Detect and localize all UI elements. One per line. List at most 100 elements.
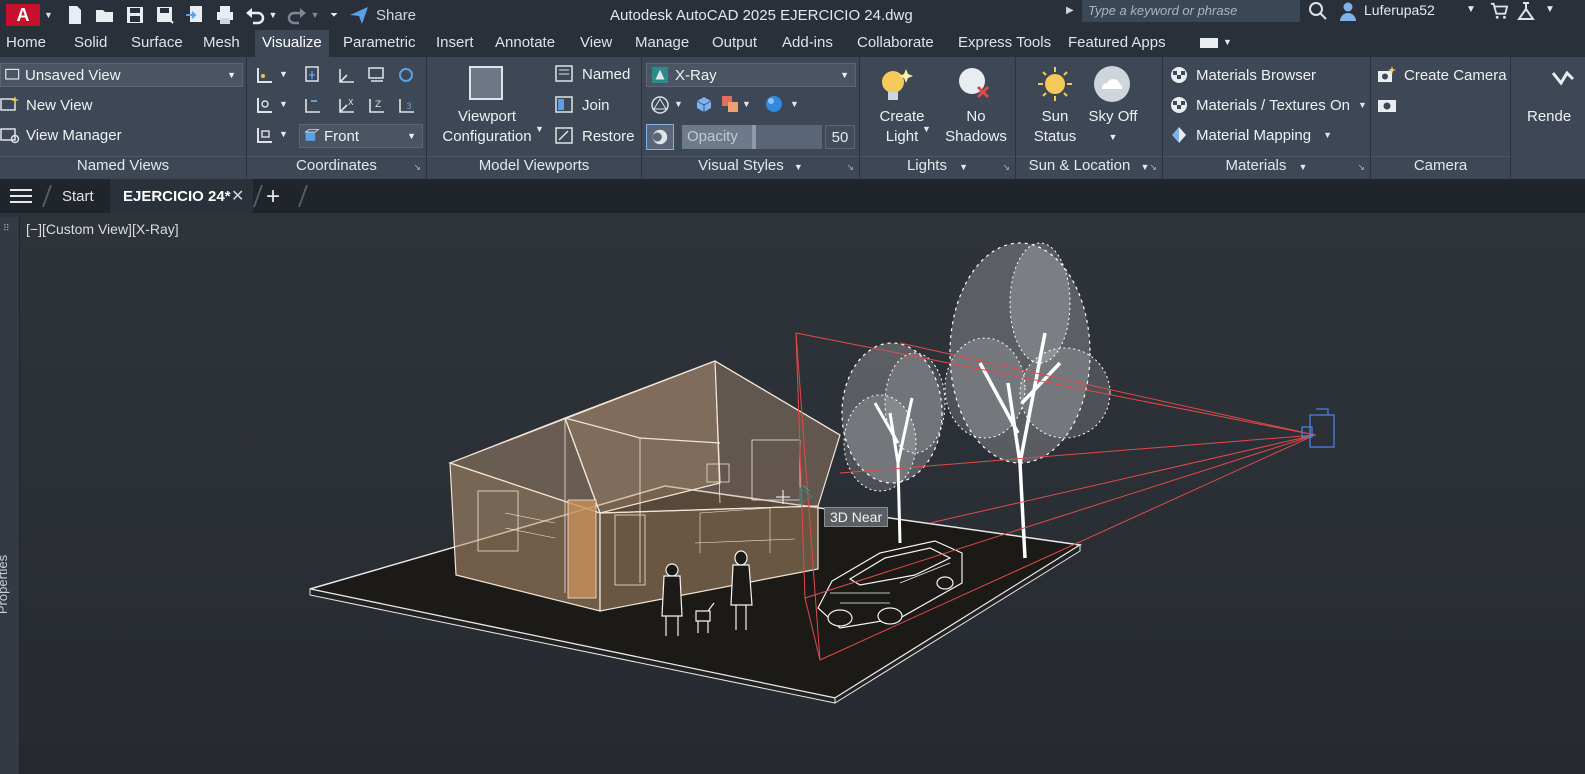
open-folder-icon[interactable] <box>94 5 116 25</box>
ucs-named-icon[interactable] <box>255 125 275 145</box>
panel-launcher-icon[interactable]: ↘ <box>413 162 421 173</box>
close-tab-icon[interactable]: ✕ <box>231 186 244 206</box>
panel-launcher-icon[interactable]: ↘ <box>1357 162 1365 173</box>
opacity-slider-thumb[interactable] <box>752 125 756 149</box>
restore-viewports-button[interactable]: Restore <box>555 126 635 146</box>
redo-icon[interactable] <box>286 5 308 25</box>
ucs-icon[interactable] <box>255 65 275 85</box>
share-button[interactable]: Share <box>376 7 416 24</box>
panel-title-materials[interactable]: Materials ▼ <box>1163 157 1370 177</box>
tab-collaborate[interactable]: Collaborate <box>857 34 934 51</box>
tab-express-tools[interactable]: Express Tools <box>958 34 1051 51</box>
ucs-3-icon[interactable]: 3 <box>397 95 417 115</box>
named-viewports-button[interactable]: Named <box>555 64 630 84</box>
search-expand-arrow-icon[interactable]: ▶ <box>1066 5 1074 16</box>
opacity-slider[interactable]: Opacity <box>682 125 822 149</box>
undo-dropdown-chevron-icon[interactable]: ▼ <box>268 5 278 25</box>
environment-sphere-icon[interactable] <box>764 94 784 114</box>
sun-icon[interactable] <box>1036 65 1074 103</box>
tab-output[interactable]: Output <box>712 34 757 51</box>
materials-browser-button[interactable]: Materials Browser <box>1169 65 1316 85</box>
sky-cloud-icon[interactable] <box>1092 65 1132 103</box>
new-file-icon[interactable] <box>64 5 86 25</box>
view-manager-button[interactable]: View Manager <box>0 125 122 145</box>
redo-dropdown-chevron-icon[interactable]: ▼ <box>310 5 320 25</box>
tab-home[interactable]: Home <box>6 34 46 51</box>
no-shadows-button[interactable]: No Shadows <box>940 107 1012 147</box>
tab-featured-apps[interactable]: Featured Apps <box>1068 34 1166 51</box>
viewport-configuration-button[interactable]: Viewport Configuration <box>431 107 543 147</box>
panel-title[interactable]: Model Viewports <box>427 157 641 177</box>
tab-insert[interactable]: Insert <box>436 34 474 51</box>
xray-toggle-button[interactable] <box>646 124 674 150</box>
panel-title-visual-styles[interactable]: Visual Styles ▼ <box>642 157 859 177</box>
tab-manage[interactable]: Manage <box>635 34 689 51</box>
camera-glyph[interactable] <box>1301 408 1335 448</box>
save-as-icon[interactable] <box>154 5 176 25</box>
ucs-face-chevron-icon[interactable]: ▼ <box>279 99 288 109</box>
ucs-previous-icon[interactable] <box>303 95 323 115</box>
edge-effects-chevron-icon[interactable]: ▼ <box>674 99 683 109</box>
user-name[interactable]: Luferupa52 <box>1364 2 1435 18</box>
ucs-object-icon[interactable] <box>367 65 387 85</box>
material-color-icon[interactable] <box>720 94 740 114</box>
ucs-3point-icon[interactable] <box>397 65 417 85</box>
tab-mesh[interactable]: Mesh <box>203 34 240 51</box>
doc-tab-active[interactable]: EJERCICIO 24* ✕ <box>110 179 253 213</box>
user-icon[interactable] <box>1338 1 1358 21</box>
ucs-face-icon[interactable] <box>255 95 275 115</box>
panel-title[interactable]: Coordinates <box>247 157 426 177</box>
visual-style-select[interactable]: X-Ray ▼ <box>646 63 856 87</box>
search-icon[interactable] <box>1308 1 1328 21</box>
user-menu-chevron-icon[interactable]: ▼ <box>1466 4 1476 15</box>
tab-view[interactable]: View <box>580 34 612 51</box>
plot-print-icon[interactable] <box>214 5 236 25</box>
app-logo[interactable]: A <box>6 4 40 26</box>
sky-off-button[interactable]: Sky Off ▼ <box>1082 107 1144 147</box>
tab-surface[interactable]: Surface <box>131 34 183 51</box>
drawing-viewport[interactable]: ⠿ Properties [−][Custom View][X-Ray] 3D … <box>0 213 1585 774</box>
save-icon[interactable] <box>124 5 146 25</box>
tab-add-ins[interactable]: Add-ins <box>782 34 833 51</box>
join-viewports-button[interactable]: Join <box>555 95 610 115</box>
ribbon-minimize-chevron-icon[interactable]: ▼ <box>1223 37 1232 47</box>
new-tab-plus-icon[interactable]: + <box>266 183 280 211</box>
tab-annotate[interactable]: Annotate <box>495 34 555 51</box>
viewport-configuration-icon[interactable] <box>468 65 504 101</box>
share-icon[interactable] <box>348 5 370 25</box>
panel-title[interactable]: Named Views <box>0 157 246 177</box>
help-menu-chevron-icon[interactable]: ▼ <box>1545 4 1555 15</box>
environment-sphere-chevron-icon[interactable]: ▼ <box>790 99 799 109</box>
search-input[interactable]: Type a keyword or phrase <box>1082 0 1300 22</box>
tab-solid[interactable]: Solid <box>74 34 107 51</box>
opacity-value-field[interactable]: 50 <box>825 125 855 149</box>
create-light-chevron-icon[interactable]: ▼ <box>922 124 931 134</box>
panel-title[interactable]: Camera <box>1371 157 1510 177</box>
create-light-icon[interactable] <box>876 65 916 105</box>
undo-icon[interactable] <box>244 5 266 25</box>
ucs-world-icon[interactable] <box>303 65 323 85</box>
new-view-button[interactable]: New View <box>0 95 92 115</box>
render-teapot-icon[interactable] <box>1551 67 1579 97</box>
ucs-z-icon[interactable]: Z <box>367 95 387 115</box>
panel-title-lights[interactable]: Lights ▼ <box>860 157 1015 177</box>
no-shadows-icon[interactable] <box>956 65 994 105</box>
ucs-chevron-icon[interactable]: ▼ <box>279 69 288 79</box>
create-camera-button[interactable]: Create Camera <box>1377 65 1507 85</box>
model-scene[interactable] <box>0 213 1585 774</box>
materials-textures-button[interactable]: Materials / Textures On ▼ <box>1169 95 1367 115</box>
material-mapping-button[interactable]: Material Mapping ▼ <box>1169 125 1332 145</box>
tab-visualize[interactable]: Visualize <box>255 30 329 57</box>
ucs-view-select[interactable]: Front ▼ <box>299 124 423 148</box>
panel-title-sun-location[interactable]: Sun & Location ▼ <box>1016 157 1162 177</box>
panel-launcher-icon[interactable]: ↘ <box>1149 162 1157 173</box>
customize-qat-chevron-icon[interactable]: ⏷ <box>328 5 340 25</box>
ucs-origin-icon[interactable] <box>337 65 357 85</box>
sun-status-button[interactable]: Sun Status <box>1022 107 1088 147</box>
ribbon-minimize-icon[interactable] <box>1200 38 1218 48</box>
viewport-configuration-chevron-icon[interactable]: ▼ <box>535 124 544 134</box>
face-style-icon[interactable] <box>694 94 714 114</box>
import-icon[interactable] <box>184 5 206 25</box>
ucs-x-icon[interactable]: X <box>337 95 357 115</box>
ucs-named-chevron-icon[interactable]: ▼ <box>279 129 288 139</box>
